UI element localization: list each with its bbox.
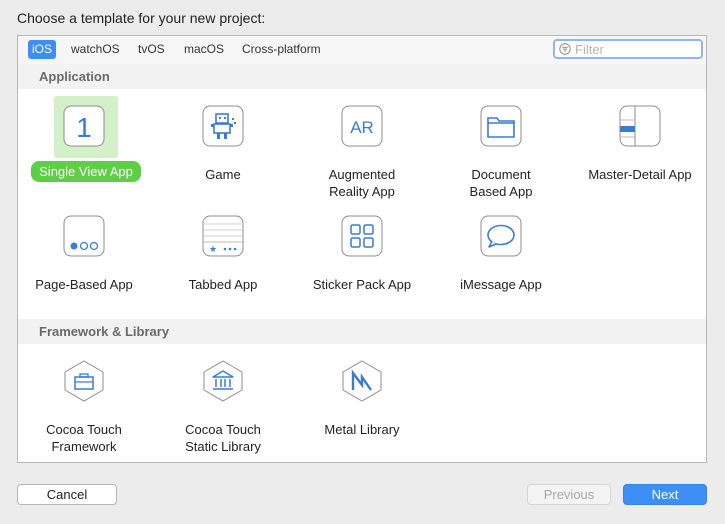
template-label: Metal Library [324, 422, 400, 437]
filter-icon [559, 43, 571, 55]
template-augmented-reality-app[interactable]: AR Augmented Reality App [297, 94, 427, 199]
metal-icon [340, 359, 384, 403]
template-label: Cocoa Touch Framework [46, 422, 122, 454]
tabbed-icon: ★ [201, 214, 245, 258]
template-label: Game [205, 167, 241, 182]
svg-text:AR: AR [350, 118, 374, 137]
tab-macos[interactable]: macOS [180, 40, 228, 59]
template-cocoa-touch-framework[interactable]: Cocoa Touch Framework [19, 349, 149, 454]
section-header-application: Application [18, 64, 706, 89]
template-single-view-app[interactable]: 1 Single View App [19, 94, 149, 194]
tab-tvos[interactable]: tvOS [134, 40, 169, 59]
page-based-icon [62, 214, 106, 258]
toolbox-icon [62, 359, 106, 403]
template-label: Sticker Pack App [312, 277, 412, 292]
template-label: Tabbed App [188, 277, 258, 292]
template-page-based-app[interactable]: Page-Based App [19, 204, 149, 304]
imessage-icon [479, 214, 523, 258]
tab-ios[interactable]: iOS [28, 40, 57, 59]
ar-icon: AR [340, 104, 384, 148]
template-label: Augmented Reality App [328, 167, 396, 199]
template-master-detail-app[interactable]: Master-Detail App [575, 94, 705, 194]
library-building-icon [201, 359, 245, 403]
template-document-based-app[interactable]: Document Based App [436, 94, 566, 199]
document-folder-icon [479, 104, 523, 148]
section-header-framework-library: Framework & Library [18, 319, 706, 344]
template-metal-library[interactable]: Metal Library [297, 349, 427, 449]
dialog-title: Choose a template for your new project: [17, 10, 266, 26]
game-icon [201, 104, 245, 148]
svg-text:★: ★ [209, 245, 217, 255]
template-label: Master-Detail App [588, 167, 692, 182]
template-sticker-pack-app[interactable]: Sticker Pack App [297, 204, 427, 304]
filter-input[interactable] [575, 41, 695, 57]
template-label: Single View App [31, 161, 141, 182]
sticker-pack-icon [340, 214, 384, 258]
template-game[interactable]: Game [158, 94, 288, 194]
previous-button[interactable]: Previous [527, 484, 611, 505]
template-tabbed-app[interactable]: ★ Tabbed App [158, 204, 288, 304]
svg-text:1: 1 [76, 112, 92, 143]
tab-cross-platform[interactable]: Cross-platform [238, 40, 325, 59]
tab-watchos[interactable]: watchOS [67, 40, 124, 59]
template-imessage-app[interactable]: iMessage App [436, 204, 566, 304]
next-button[interactable]: Next [623, 484, 707, 505]
platform-tab-bar: iOS watchOS tvOS macOS Cross-platform [18, 36, 706, 65]
template-label: iMessage App [460, 277, 542, 292]
template-label: Cocoa Touch Static Library [185, 422, 261, 454]
template-panel: iOS watchOS tvOS macOS Cross-platform Ap… [17, 35, 707, 463]
template-cocoa-touch-static-library[interactable]: Cocoa Touch Static Library [158, 349, 288, 454]
template-label: Page-Based App [35, 277, 133, 292]
single-view-icon: 1 [62, 104, 106, 148]
cancel-button[interactable]: Cancel [17, 484, 117, 505]
master-detail-icon [618, 104, 662, 148]
filter-field[interactable] [553, 39, 703, 59]
template-label: Document Based App [469, 167, 533, 199]
